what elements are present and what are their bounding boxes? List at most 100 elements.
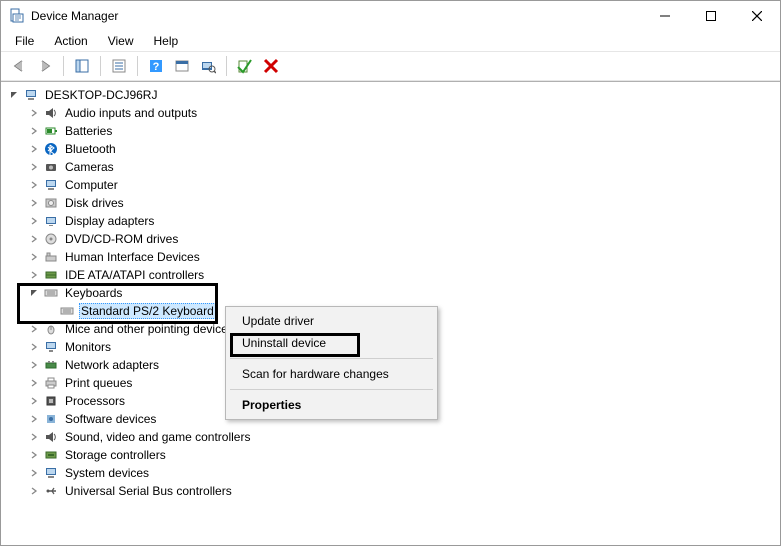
tree-category-label: System devices: [63, 465, 151, 481]
chevron-right-icon[interactable]: [27, 160, 41, 174]
chevron-right-icon[interactable]: [27, 358, 41, 372]
category-icon: [43, 267, 59, 283]
chevron-right-icon[interactable]: [27, 340, 41, 354]
tree-device-label: Standard PS/2 Keyboard: [79, 303, 216, 319]
chevron-right-icon[interactable]: [27, 124, 41, 138]
tree-root[interactable]: DESKTOP-DCJ96RJ: [3, 86, 780, 104]
chevron-right-icon[interactable]: [27, 484, 41, 498]
category-icon: [43, 447, 59, 463]
title-bar: Device Manager: [1, 1, 780, 31]
tree-category[interactable]: Bluetooth: [3, 140, 780, 158]
chevron-right-icon[interactable]: [27, 178, 41, 192]
close-button[interactable]: [734, 1, 780, 31]
chevron-right-icon[interactable]: [27, 394, 41, 408]
context-menu-scan-hardware[interactable]: Scan for hardware changes: [228, 363, 435, 385]
tree-category[interactable]: Display adapters: [3, 212, 780, 230]
enable-button[interactable]: [233, 54, 257, 78]
context-menu-uninstall-device[interactable]: Uninstall device: [228, 332, 435, 354]
chevron-right-icon[interactable]: [27, 142, 41, 156]
category-icon: [43, 321, 59, 337]
tree-category[interactable]: IDE ATA/ATAPI controllers: [3, 266, 780, 284]
tree-category[interactable]: Sound, video and game controllers: [3, 428, 780, 446]
device-tree[interactable]: DESKTOP-DCJ96RJ Audio inputs and outputs…: [1, 82, 780, 504]
context-menu-properties[interactable]: Properties: [228, 394, 435, 416]
category-icon: [43, 339, 59, 355]
chevron-down-icon[interactable]: [7, 88, 21, 102]
menu-action[interactable]: Action: [46, 33, 95, 49]
category-icon: [43, 231, 59, 247]
chevron-right-icon[interactable]: [27, 448, 41, 462]
category-icon: [43, 357, 59, 373]
tree-category-label: Monitors: [63, 339, 113, 355]
scan-button[interactable]: [196, 54, 220, 78]
menu-view[interactable]: View: [100, 33, 142, 49]
tree-category-label: IDE ATA/ATAPI controllers: [63, 267, 206, 283]
context-menu: Update driver Uninstall device Scan for …: [225, 306, 438, 420]
tree-category[interactable]: Storage controllers: [3, 446, 780, 464]
toolbar-separator: [226, 56, 227, 76]
chevron-right-icon[interactable]: [27, 412, 41, 426]
tree-root-label: DESKTOP-DCJ96RJ: [43, 87, 159, 103]
category-icon: [43, 285, 59, 301]
tree-category[interactable]: Human Interface Devices: [3, 248, 780, 266]
category-icon: [43, 429, 59, 445]
menu-file[interactable]: File: [7, 33, 42, 49]
toolbar-separator: [137, 56, 138, 76]
chevron-right-icon[interactable]: [27, 196, 41, 210]
tree-category-label: Audio inputs and outputs: [63, 105, 199, 121]
tree-category-label: Print queues: [63, 375, 134, 391]
tree-category-label: Cameras: [63, 159, 116, 175]
tree-category-label: Processors: [63, 393, 127, 409]
keyboard-icon: [59, 303, 75, 319]
context-menu-separator: [230, 389, 433, 390]
back-button[interactable]: [7, 54, 31, 78]
tree-category-label: Disk drives: [63, 195, 126, 211]
chevron-right-icon[interactable]: [27, 376, 41, 390]
properties-button[interactable]: [107, 54, 131, 78]
chevron-right-icon[interactable]: [27, 466, 41, 480]
tree-category-label: Batteries: [63, 123, 114, 139]
tree-category-label: Human Interface Devices: [63, 249, 202, 265]
window-title: Device Manager: [31, 9, 642, 23]
chevron-right-icon[interactable]: [27, 268, 41, 282]
menu-help[interactable]: Help: [146, 33, 187, 49]
app-icon: [9, 8, 25, 24]
help-button[interactable]: ?: [144, 54, 168, 78]
action-button[interactable]: [170, 54, 194, 78]
toolbar-separator: [63, 56, 64, 76]
maximize-button[interactable]: [688, 1, 734, 31]
computer-icon: [23, 87, 39, 103]
tree-category-label: Mice and other pointing devices: [63, 321, 236, 337]
svg-text:?: ?: [153, 61, 160, 73]
tree-category-label: Computer: [63, 177, 120, 193]
tree-category[interactable]: Universal Serial Bus controllers: [3, 482, 780, 500]
tree-category[interactable]: Batteries: [3, 122, 780, 140]
forward-button[interactable]: [33, 54, 57, 78]
minimize-button[interactable]: [642, 1, 688, 31]
tree-category[interactable]: Cameras: [3, 158, 780, 176]
tree-category-label: Network adapters: [63, 357, 161, 373]
tree-category[interactable]: Computer: [3, 176, 780, 194]
context-menu-update-driver[interactable]: Update driver: [228, 310, 435, 332]
context-menu-separator: [230, 358, 433, 359]
category-icon: [43, 393, 59, 409]
tree-category-label: Software devices: [63, 411, 158, 427]
chevron-down-icon[interactable]: [27, 286, 41, 300]
tree-category[interactable]: Disk drives: [3, 194, 780, 212]
category-icon: [43, 375, 59, 391]
category-icon: [43, 483, 59, 499]
chevron-right-icon[interactable]: [27, 322, 41, 336]
chevron-right-icon[interactable]: [27, 106, 41, 120]
uninstall-button[interactable]: [259, 54, 283, 78]
menu-bar: File Action View Help: [1, 31, 780, 51]
tree-category-label: Bluetooth: [63, 141, 118, 157]
show-hide-tree-button[interactable]: [70, 54, 94, 78]
chevron-right-icon[interactable]: [27, 232, 41, 246]
tree-category[interactable]: DVD/CD-ROM drives: [3, 230, 780, 248]
tree-category[interactable]: Keyboards: [3, 284, 780, 302]
chevron-right-icon[interactable]: [27, 250, 41, 264]
chevron-right-icon[interactable]: [27, 214, 41, 228]
tree-category[interactable]: System devices: [3, 464, 780, 482]
tree-category[interactable]: Audio inputs and outputs: [3, 104, 780, 122]
chevron-right-icon[interactable]: [27, 430, 41, 444]
